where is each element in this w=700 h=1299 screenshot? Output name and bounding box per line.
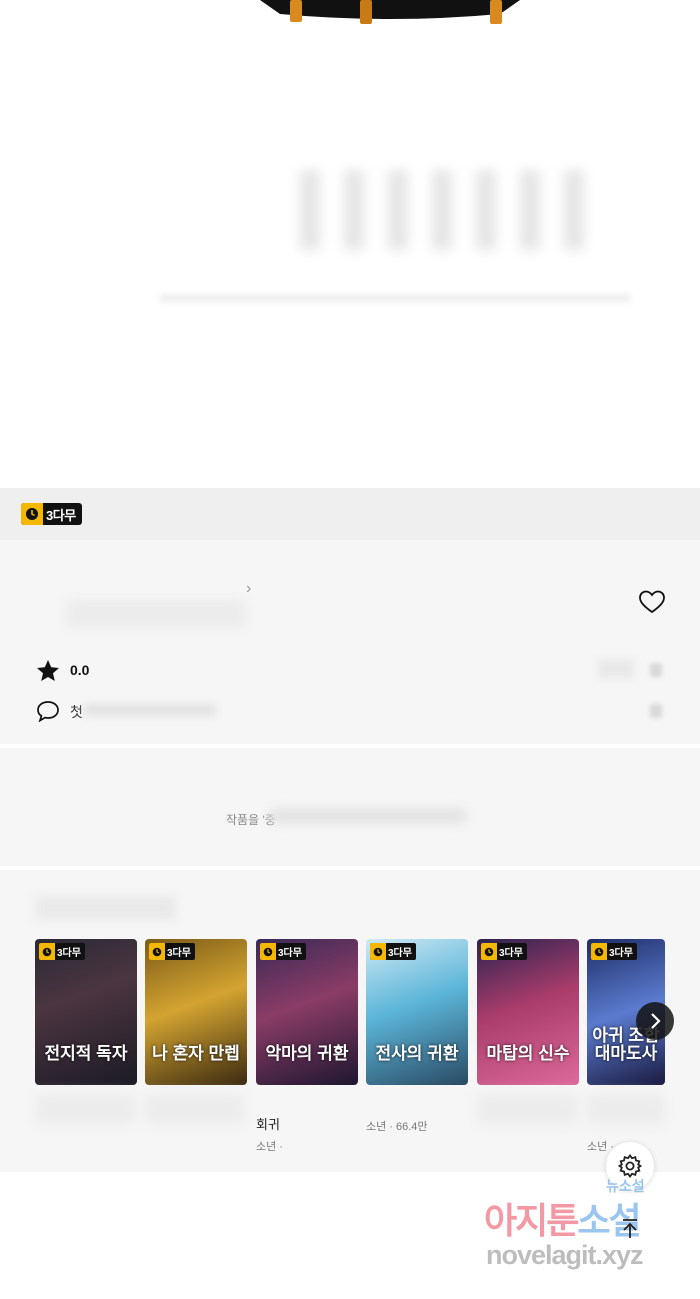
clock-icon: [21, 503, 43, 525]
cover-title: 마탑의 신수: [486, 1044, 570, 1064]
wait-free-badge: 3다무: [481, 943, 527, 960]
cover-title: 나 혼자 만렙: [152, 1044, 240, 1064]
episode-panel: [0, 0, 700, 488]
card-caption-blurred: [477, 1094, 577, 1124]
cover-title: 전지적 독자: [44, 1044, 128, 1064]
panel-blurred-text: [300, 170, 670, 270]
work-title[interactable]: [66, 600, 246, 628]
clock-icon: [149, 943, 165, 960]
badge-bar: [0, 488, 700, 540]
star-icon: [37, 660, 59, 681]
card-title[interactable]: 회귀: [256, 1114, 280, 1133]
scroll-top-button[interactable]: [615, 1214, 645, 1244]
card-caption-blurred: [145, 1094, 245, 1124]
badge-label: 3다무: [388, 948, 412, 959]
recommendation-card[interactable]: 3다무 악마의 귀환: [256, 939, 358, 1085]
watermark-title-a: 아지툰: [484, 1200, 579, 1241]
clock-icon: [591, 943, 607, 960]
card-caption-blurred: [587, 1094, 665, 1124]
panel-art: [260, 0, 520, 24]
clock-icon: [481, 943, 497, 960]
clock-icon: [260, 943, 276, 960]
badge-label: 3다무: [46, 507, 76, 523]
chevron-right-icon[interactable]: [650, 663, 662, 677]
card-meta: 소년 · 66.4만: [366, 1121, 428, 1133]
chevron-right-icon[interactable]: ›: [246, 580, 251, 598]
chevron-right-icon[interactable]: [650, 704, 662, 718]
card-meta: 소년 ·: [256, 1141, 283, 1153]
wait-free-badge: 3다무: [370, 943, 416, 960]
cover-title: 악마의 귀환: [265, 1044, 349, 1064]
wait-free-badge: 3다무: [149, 943, 195, 960]
badge-label: 3다무: [609, 948, 633, 959]
works-section: [0, 748, 700, 866]
rating-value: 0.0: [70, 662, 90, 678]
recommendation-card[interactable]: 3다무 마탑의 신수: [477, 939, 579, 1085]
clock-icon: [39, 943, 55, 960]
watermark-url: novelagit.xyz: [486, 1240, 644, 1270]
recommendation-card[interactable]: 3다무 전지적 독자: [35, 939, 137, 1085]
comment-preview-blurred: [84, 704, 216, 716]
wait-free-badge: 3다무: [260, 943, 306, 960]
badge-label: 3다무: [499, 948, 523, 959]
works-notice-blurred: [268, 808, 468, 824]
card-caption-blurred: [35, 1094, 135, 1124]
carousel-next-button[interactable]: [636, 1002, 674, 1040]
panel-blurred-line: [160, 294, 630, 302]
badge-label: 3다무: [278, 948, 302, 959]
badge-label: 3다무: [167, 948, 191, 959]
wait-free-badge: 3다무: [39, 943, 85, 960]
heart-icon[interactable]: [638, 589, 666, 615]
recommendation-card[interactable]: 3다무 나 혼자 만렙: [145, 939, 247, 1085]
recommendation-card[interactable]: 3다무 전사의 귀환: [366, 939, 468, 1085]
wait-free-badge: 3다무: [591, 943, 637, 960]
watermark: 뉴소설 아지툰소설 novelagit.xyz: [480, 1176, 680, 1276]
badge-label: 3다무: [57, 948, 81, 959]
arrow-up-icon: [623, 1219, 637, 1238]
recommendations-heading: [36, 896, 176, 920]
rating-action[interactable]: [598, 660, 634, 678]
chevron-right-icon: [651, 1013, 661, 1029]
comment-icon: [37, 701, 59, 723]
wait-free-badge: 3다무: [21, 503, 82, 525]
comment-preview[interactable]: 첫: [70, 702, 83, 722]
cover-title: 전사의 귀환: [375, 1044, 459, 1064]
clock-icon: [370, 943, 386, 960]
